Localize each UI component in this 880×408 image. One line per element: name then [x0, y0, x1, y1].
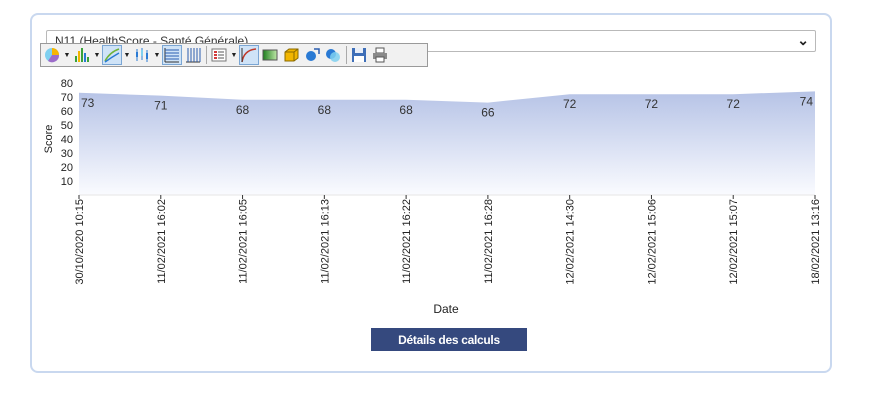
- save-icon[interactable]: [349, 45, 369, 65]
- chevron-down-icon[interactable]: ▼: [63, 45, 71, 65]
- chevron-down-icon[interactable]: ▼: [153, 45, 161, 65]
- print-icon[interactable]: [370, 45, 390, 65]
- rotate-icon[interactable]: [302, 45, 322, 65]
- x-tick-label: 12/02/2021 14:30: [565, 199, 577, 285]
- vertical-grid-icon[interactable]: [183, 45, 203, 65]
- y-tick-label: 70: [61, 92, 73, 104]
- chevron-down-icon[interactable]: ▼: [230, 45, 238, 65]
- data-label: 72: [727, 97, 741, 111]
- data-label: 74: [800, 94, 814, 108]
- data-label: 72: [645, 97, 659, 111]
- legend-icon[interactable]: [209, 45, 229, 65]
- x-tick-label: 12/02/2021 15:06: [646, 199, 658, 285]
- area-series: [79, 91, 815, 195]
- data-label: 68: [399, 103, 413, 117]
- y-axis-label: Score: [43, 125, 55, 154]
- candlestick-icon[interactable]: [132, 45, 152, 65]
- data-label: 71: [154, 99, 168, 113]
- toolbar-separator: [346, 46, 347, 64]
- pie-chart-icon[interactable]: [42, 45, 62, 65]
- data-label: 66: [481, 106, 495, 120]
- x-tick-label: 11/02/2021 16:28: [483, 199, 495, 284]
- data-label: 68: [318, 103, 332, 117]
- chevron-down-icon[interactable]: ▼: [123, 45, 131, 65]
- bar-chart-icon[interactable]: [72, 45, 92, 65]
- toolbar-separator: [206, 46, 207, 64]
- x-tick-label: 11/02/2021 16:05: [238, 199, 250, 284]
- horizontal-grid-icon[interactable]: [162, 45, 182, 65]
- line-chart-icon[interactable]: [102, 45, 122, 65]
- data-label: 72: [563, 97, 577, 111]
- gradient-fill-icon[interactable]: [260, 45, 280, 65]
- data-label: 68: [236, 103, 250, 117]
- y-tick-label: 10: [61, 176, 73, 188]
- chart-toolbar: ▼ ▼ ▼ ▼ ▼: [40, 43, 428, 67]
- 3d-box-icon[interactable]: [281, 45, 301, 65]
- x-tick-label: 30/10/2020 10:15: [74, 199, 86, 285]
- x-tick-label: 11/02/2021 16:13: [319, 199, 331, 284]
- y-tick-label: 50: [61, 120, 73, 132]
- x-tick-label: 11/02/2021 16:02: [156, 199, 168, 284]
- y-tick-label: 20: [61, 162, 73, 174]
- data-label: 73: [81, 96, 95, 110]
- y-tick-label: 30: [61, 148, 73, 160]
- chevron-down-icon: ⌄: [797, 32, 809, 48]
- x-tick-label: 11/02/2021 16:22: [401, 199, 413, 284]
- y-tick-label: 80: [61, 78, 73, 90]
- y-tick-label: 60: [61, 106, 73, 118]
- y-tick-label: 40: [61, 134, 73, 146]
- chevron-down-icon[interactable]: ▼: [93, 45, 101, 65]
- transparency-icon[interactable]: [323, 45, 343, 65]
- trend-line-icon[interactable]: [239, 45, 259, 65]
- x-tick-label: 12/02/2021 15:07: [728, 199, 740, 285]
- x-tick-label: 18/02/2021 13:16: [810, 199, 822, 285]
- details-calculations-button[interactable]: Détails des calculs: [371, 328, 527, 351]
- x-axis-label: Date: [433, 302, 459, 316]
